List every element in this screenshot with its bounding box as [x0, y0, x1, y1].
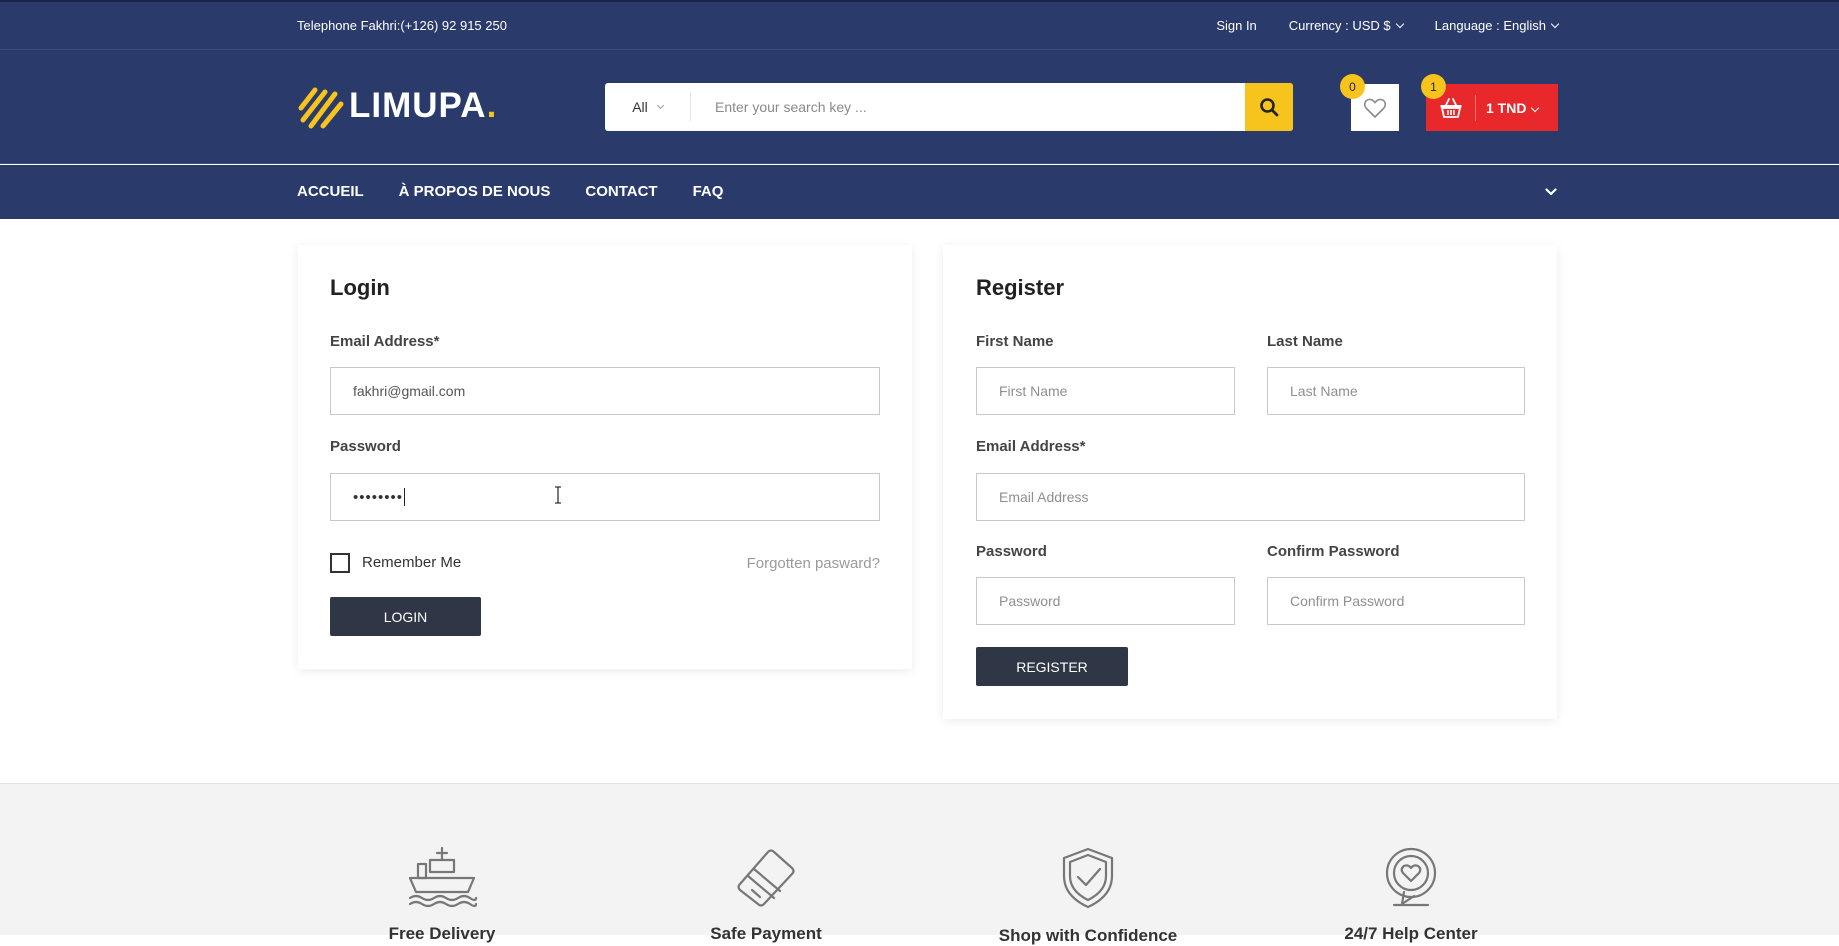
- search-category-value: All: [632, 99, 648, 115]
- language-selector[interactable]: Language : English: [1434, 18, 1560, 33]
- cart-button[interactable]: 1 1 TND: [1421, 74, 1558, 131]
- text-cursor-icon: [555, 486, 561, 504]
- feature-help-center: 24/7 Help Center: [1321, 846, 1501, 944]
- credit-card-icon: [737, 849, 795, 907]
- sign-in-link[interactable]: Sign In: [1216, 18, 1256, 33]
- heart-icon: [1363, 98, 1387, 118]
- chat-heart-icon: [1385, 847, 1437, 907]
- login-password-label: Password: [330, 438, 401, 455]
- nav-item-a-propos[interactable]: À PROPOS DE NOUS: [399, 183, 551, 200]
- login-button[interactable]: LOGIN: [330, 597, 481, 636]
- feature-title: Safe Payment: [710, 924, 822, 943]
- login-email-label: Email Address*: [330, 333, 440, 350]
- search-category-select[interactable]: All: [605, 93, 691, 121]
- login-card: Login Email Address* Password •••••••• R…: [298, 245, 912, 669]
- login-password-value: ••••••••: [353, 488, 404, 506]
- login-title: Login: [330, 275, 390, 300]
- feature-free-delivery: Free Delivery: [352, 846, 532, 944]
- wishlist-button[interactable]: 0: [1340, 74, 1399, 131]
- register-password-label: Password: [976, 543, 1047, 560]
- first-name-label: First Name: [976, 333, 1054, 350]
- login-password-field[interactable]: ••••••••: [330, 473, 880, 521]
- shield-check-icon: [1062, 847, 1114, 909]
- logo-stripes-icon: [298, 87, 344, 129]
- currency-selector[interactable]: Currency : USD $: [1288, 18, 1404, 33]
- confirm-password-field[interactable]: [1267, 577, 1525, 625]
- search-bar: All: [605, 83, 1293, 131]
- feature-title: Free Delivery: [388, 924, 496, 943]
- chevron-down-icon: [1550, 19, 1560, 29]
- language-value: English: [1503, 18, 1546, 33]
- last-name-label: Last Name: [1267, 333, 1343, 350]
- wishlist-count-badge: 0: [1340, 74, 1365, 99]
- cart-total-value: 1 TND: [1486, 99, 1527, 116]
- search-icon: [1260, 98, 1279, 117]
- top-bar-links: Sign In Currency : USD $ Language : Engl…: [1216, 18, 1560, 33]
- cart-count-badge: 1: [1421, 74, 1446, 99]
- register-button[interactable]: REGISTER: [976, 647, 1128, 686]
- main-nav: ACCUEIL À PROPOS DE NOUS CONTACT FAQ: [0, 165, 1839, 219]
- ship-icon: [408, 846, 478, 908]
- register-email-label: Email Address*: [976, 438, 1086, 455]
- logo-text: LIMUPA.: [349, 86, 497, 126]
- language-label: Language :: [1434, 18, 1504, 33]
- search-input[interactable]: [691, 83, 1245, 131]
- nav-item-contact[interactable]: CONTACT: [585, 183, 657, 200]
- text-caret: [404, 488, 406, 506]
- register-card: Register First Name Last Name Email Addr…: [943, 245, 1557, 719]
- remember-me-checkbox[interactable]: [330, 553, 350, 573]
- contact-phone: Telephone Fakhri:(+126) 92 915 250: [297, 18, 507, 33]
- nav-items: ACCUEIL À PROPOS DE NOUS CONTACT FAQ: [297, 183, 723, 200]
- login-email-field[interactable]: [330, 367, 880, 415]
- features-strip: Free Delivery Safe Payment Shop with Con…: [0, 783, 1839, 945]
- top-bar: Telephone Fakhri:(+126) 92 915 250 Sign …: [0, 0, 1839, 50]
- register-password-field[interactable]: [976, 577, 1235, 625]
- nav-item-accueil[interactable]: ACCUEIL: [297, 183, 364, 200]
- cart-total: 1 TND: [1476, 99, 1540, 116]
- search-button[interactable]: [1245, 83, 1293, 131]
- chevron-down-icon: [1531, 103, 1540, 112]
- last-name-field[interactable]: [1267, 367, 1525, 415]
- feature-title: 24/7 Help Center: [1344, 924, 1478, 943]
- logo-word: LIMUPA: [349, 86, 487, 125]
- basket-icon: [1440, 97, 1461, 118]
- first-name-field[interactable]: [976, 367, 1235, 415]
- currency-label: Currency :: [1288, 18, 1353, 33]
- confirm-password-label: Confirm Password: [1267, 543, 1400, 560]
- chevron-down-icon: [1395, 19, 1404, 29]
- remember-me-label[interactable]: Remember Me: [362, 554, 461, 571]
- currency-value: USD $: [1352, 18, 1391, 33]
- logo-dot: .: [486, 86, 498, 125]
- feature-shop-confidence: Shop with Confidence: [998, 846, 1178, 946]
- nav-item-faq[interactable]: FAQ: [693, 183, 724, 200]
- forgot-password-link[interactable]: Forgotten pasward?: [747, 555, 880, 572]
- feature-safe-payment: Safe Payment: [676, 846, 856, 944]
- chevron-down-icon[interactable]: [1545, 186, 1557, 198]
- site-header: LIMUPA. All 0 1: [0, 50, 1839, 164]
- feature-title: Shop with Confidence: [998, 926, 1178, 945]
- register-email-field[interactable]: [976, 473, 1525, 521]
- chevron-down-icon: [656, 101, 664, 109]
- register-title: Register: [976, 275, 1065, 300]
- site-logo[interactable]: LIMUPA.: [297, 82, 497, 130]
